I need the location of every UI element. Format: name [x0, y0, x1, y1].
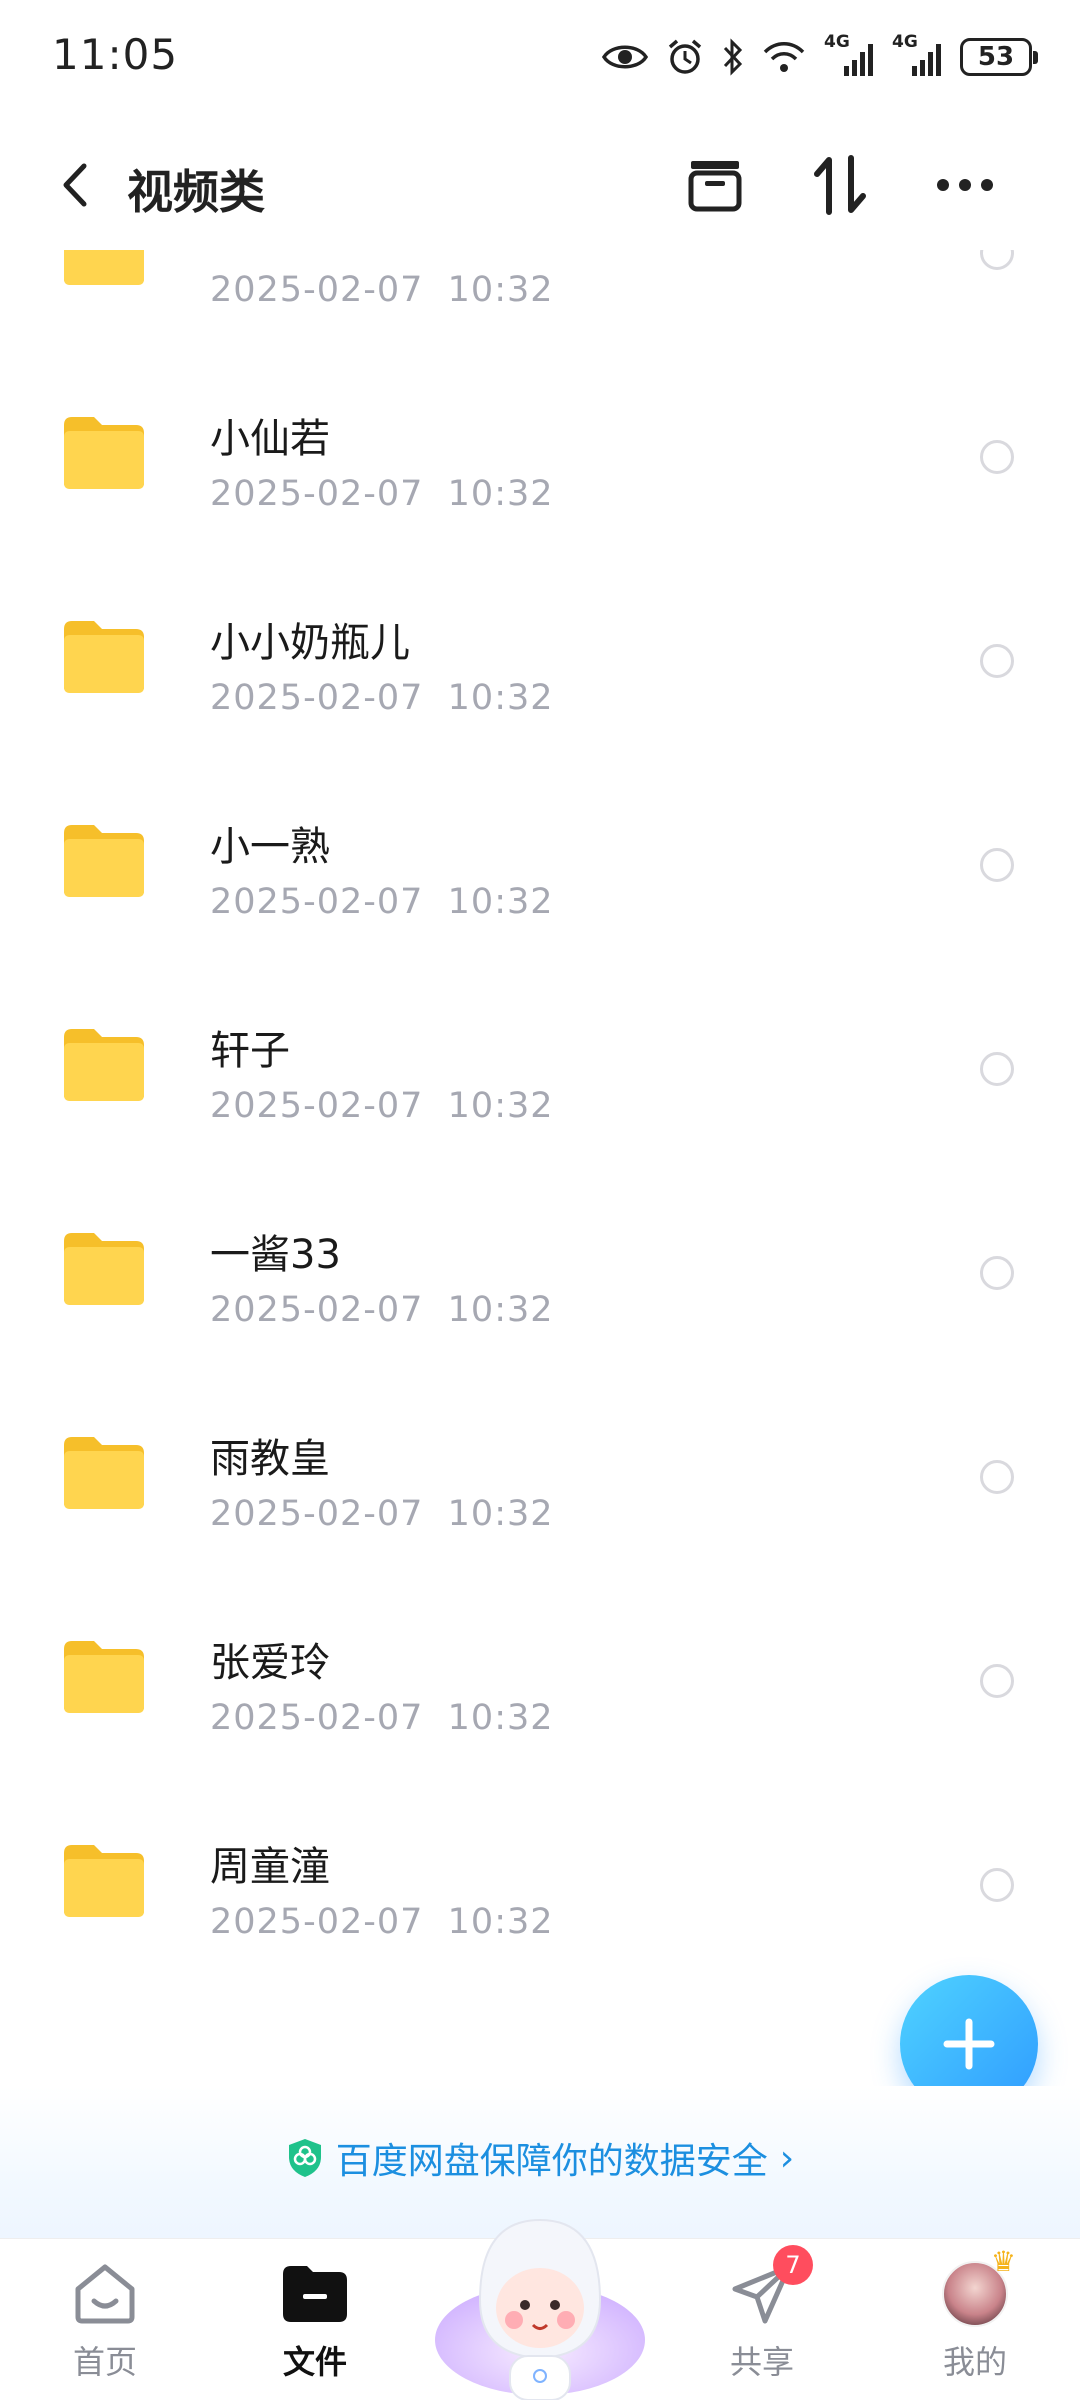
list-item[interactable]: 2025-02-07 10:32: [0, 250, 1080, 358]
folder-name: 周童潼: [210, 1844, 330, 1890]
folder-date: 2025-02-07 10:32: [210, 882, 554, 922]
select-radio[interactable]: [980, 1664, 1014, 1698]
select-radio[interactable]: [980, 1256, 1014, 1290]
folder-name: 张爱玲: [210, 1640, 330, 1686]
battery-indicator: 53: [960, 38, 1038, 76]
folder-icon: [64, 1233, 144, 1305]
tab-me[interactable]: ♛ 我的: [905, 2245, 1045, 2389]
banner-text: 百度网盘保障你的数据安全: [335, 2141, 768, 2182]
list-item[interactable]: 张爱玲 2025-02-07 10:32: [0, 1582, 1080, 1786]
list-item[interactable]: 周童潼 2025-02-07 10:32: [0, 1786, 1080, 1990]
bluetooth-icon: [722, 34, 744, 80]
back-button[interactable]: [50, 160, 100, 210]
select-radio[interactable]: [980, 644, 1014, 678]
folder-date: 2025-02-07 10:32: [210, 270, 554, 310]
folder-date: 2025-02-07 10:32: [210, 1086, 554, 1126]
folder-name: 轩子: [210, 1028, 290, 1074]
folder-icon: [280, 2259, 350, 2329]
list-item[interactable]: 轩子 2025-02-07 10:32: [0, 970, 1080, 1174]
folder-name: 雨教皇: [210, 1436, 330, 1482]
folder-date: 2025-02-07 10:32: [210, 474, 554, 514]
archive-icon: [688, 161, 742, 212]
sort-icon: [814, 155, 866, 215]
share-send-icon: 7: [727, 2245, 813, 2329]
select-radio[interactable]: [980, 1460, 1014, 1494]
tab-share[interactable]: 7 共享: [692, 2245, 832, 2389]
list-item[interactable]: 小一熟 2025-02-07 10:32: [0, 766, 1080, 970]
page-title: 视频类: [127, 165, 265, 219]
tab-label: 文件: [282, 2343, 347, 2381]
select-radio[interactable]: [980, 1868, 1014, 1902]
signal-2-icon: 4G: [892, 34, 942, 80]
chevron-left-icon: [63, 163, 87, 207]
folder-name: 小小奶瓶儿: [210, 620, 410, 666]
tab-label: 我的: [942, 2343, 1007, 2381]
folder-icon: [64, 250, 144, 285]
status-bar: 11:05 4G 4G 53: [0, 0, 1080, 110]
select-radio[interactable]: [980, 848, 1014, 882]
more-button[interactable]: [930, 150, 1000, 220]
header: 视频类: [0, 120, 1080, 250]
wifi-icon: [762, 34, 806, 80]
folder-name: 一酱33: [210, 1232, 341, 1278]
folder-name: 小一熟: [210, 824, 330, 870]
sort-button[interactable]: [805, 150, 875, 220]
folder-date: 2025-02-07 10:32: [210, 1290, 554, 1330]
signal-1-icon: 4G: [824, 34, 874, 80]
alarm-icon: [666, 34, 704, 80]
eye-icon: [602, 34, 648, 80]
status-icons: 4G 4G 53: [602, 30, 1038, 84]
tab-home[interactable]: 首页: [35, 2259, 175, 2389]
folder-name: 小仙若: [210, 416, 330, 462]
folder-date: 2025-02-07 10:32: [210, 678, 554, 718]
folder-icon: [64, 1029, 144, 1101]
folder-date: 2025-02-07 10:32: [210, 1494, 554, 1534]
home-icon: [70, 2259, 140, 2329]
folder-list: 2025-02-07 10:32 小仙若 2025-02-07 10:32 小小…: [0, 250, 1080, 1990]
list-item[interactable]: 雨教皇 2025-02-07 10:32: [0, 1378, 1080, 1582]
tab-label: 首页: [72, 2343, 137, 2381]
list-item[interactable]: 小仙若 2025-02-07 10:32: [0, 358, 1080, 562]
page: 11:05 4G 4G 53 视频类 2025-02-07 10:32 小仙若 …: [0, 0, 1080, 2400]
mascot-assistant-icon[interactable]: [430, 2180, 650, 2400]
folder-icon: [64, 1641, 144, 1713]
tab-label: 共享: [729, 2343, 794, 2381]
chevron-right-icon: ›: [779, 2137, 795, 2179]
shield-icon: [288, 2139, 321, 2177]
crown-icon: ♛: [990, 2245, 1016, 2278]
folder-date: 2025-02-07 10:32: [210, 1902, 554, 1942]
select-radio[interactable]: [980, 1052, 1014, 1086]
folder-icon: [64, 1845, 144, 1917]
archive-button[interactable]: [680, 150, 750, 220]
select-radio[interactable]: [980, 440, 1014, 474]
more-dots-icon: [937, 179, 993, 191]
list-item[interactable]: 小小奶瓶儿 2025-02-07 10:32: [0, 562, 1080, 766]
plus-icon: [943, 2018, 995, 2070]
folder-date: 2025-02-07 10:32: [210, 1698, 554, 1738]
select-radio[interactable]: [980, 250, 1014, 270]
folder-icon: [64, 621, 144, 693]
folder-icon: [64, 417, 144, 489]
list-item[interactable]: 一酱33 2025-02-07 10:32: [0, 1174, 1080, 1378]
status-time: 11:05: [52, 30, 179, 79]
folder-icon: [64, 825, 144, 897]
notification-badge: 7: [773, 2245, 813, 2285]
folder-icon: [64, 1437, 144, 1509]
tab-files[interactable]: 文件: [245, 2259, 385, 2389]
